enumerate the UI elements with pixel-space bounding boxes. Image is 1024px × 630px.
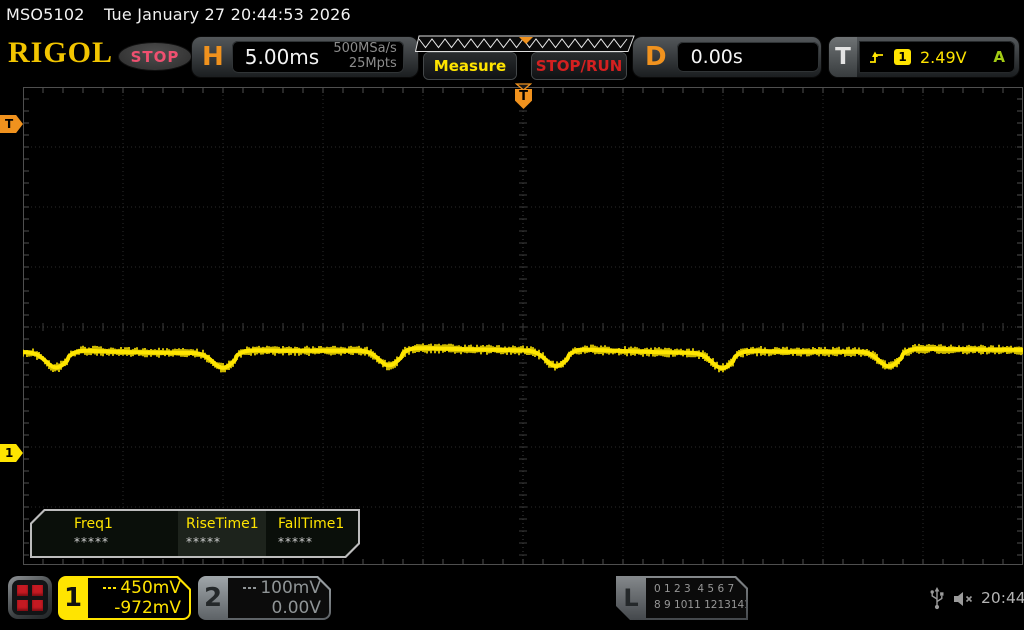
measure-item-risetime1[interactable]: RiseTime1 ***** — [178, 511, 266, 556]
trigger-well: 1 2.49V A — [859, 41, 1015, 73]
model-name: MSO5102 — [6, 5, 85, 24]
waveform-graticule — [23, 87, 1023, 565]
delay-badge[interactable]: D 0.00s — [633, 37, 821, 77]
trigger-label: T — [829, 37, 857, 77]
delay-value: 0.00s — [691, 46, 743, 68]
measure-value: ***** — [186, 535, 266, 549]
trigger-level-marker[interactable]: T — [0, 115, 23, 133]
measure-item-freq1[interactable]: Freq1 ***** — [32, 511, 178, 556]
timebase-value: 5.00ms — [245, 45, 319, 69]
channel2-number: 2 — [198, 576, 228, 620]
logic-row-1: 0 1 2 3 4 5 6 7 — [654, 581, 746, 597]
timebase-well: 5.00ms 500MSa/s 25Mpts — [232, 41, 404, 73]
channel1-info: 450mV -972mV — [88, 578, 189, 618]
channel2-badge[interactable]: 2 100mV 0.00V — [198, 576, 331, 620]
datetime: Tue January 27 20:44:53 2026 — [104, 5, 351, 24]
window-nav-button[interactable] — [8, 576, 52, 619]
stop-run-button[interactable]: STOP/RUN — [532, 53, 626, 79]
status-bar: MSO5102 Tue January 27 20:44:53 2026 — [6, 5, 351, 24]
channel1-number: 1 — [58, 576, 88, 620]
dc-coupling-icon — [243, 587, 256, 589]
measure-label: FallTime1 — [278, 516, 358, 532]
window-grid-icon — [12, 580, 48, 615]
measure-label: Freq1 — [74, 516, 178, 532]
trigger-mode: A — [993, 48, 1005, 66]
measure-label: RiseTime1 — [186, 516, 266, 532]
trigger-badge[interactable]: T 1 2.49V A — [829, 37, 1019, 77]
measure-item-falltime1[interactable]: FallTime1 ***** — [266, 511, 358, 556]
channel2-offset: 0.00V — [272, 598, 321, 618]
measure-value: ***** — [278, 535, 358, 549]
measure-button[interactable]: Measure — [424, 53, 516, 79]
channel1-offset: -972mV — [114, 598, 181, 618]
measurement-panel: Freq1 ***** RiseTime1 ***** FallTime1 **… — [30, 509, 360, 558]
speaker-muted-icon — [952, 590, 977, 608]
delay-label: D — [645, 44, 667, 70]
logic-label: L — [616, 576, 646, 620]
channel1-badge[interactable]: 1 450mV -972mV — [58, 576, 191, 620]
rigol-logo: RIGOL — [8, 36, 113, 70]
measure-value: ***** — [74, 535, 178, 549]
horizontal-label: H — [202, 44, 224, 70]
measurement-panel-body: Freq1 ***** RiseTime1 ***** FallTime1 **… — [32, 511, 358, 556]
sample-rate: 500MSa/s — [333, 41, 396, 56]
trigger-level-value: 2.49V — [920, 48, 967, 67]
channel1-position-marker[interactable]: 1 — [0, 444, 23, 462]
channel2-info: 100mV 0.00V — [228, 578, 329, 618]
acquisition-info: 500MSa/s 25Mpts — [333, 42, 396, 72]
oscilloscope-screen: MSO5102 Tue January 27 20:44:53 2026 RIG… — [0, 0, 1024, 630]
trigger-rising-edge-icon — [869, 49, 885, 65]
dc-coupling-icon — [103, 587, 116, 589]
horizontal-badge[interactable]: H 5.00ms 500MSa/s 25Mpts — [192, 37, 418, 77]
logic-channels: 0 1 2 3 4 5 6 7 8 9 1011 12131415 — [646, 578, 746, 618]
logic-analyzer-badge[interactable]: L 0 1 2 3 4 5 6 7 8 9 1011 12131415 — [616, 576, 748, 620]
memory-position-bar — [415, 35, 637, 53]
trigger-source-chip: 1 — [894, 49, 911, 65]
delay-well: 0.00s — [677, 42, 819, 72]
channel1-scale: 450mV — [120, 578, 181, 598]
run-state-badge: STOP — [119, 43, 191, 70]
memory-depth: 25Mpts — [349, 56, 397, 71]
logic-row-2: 8 9 1011 12131415 — [654, 597, 746, 613]
usb-icon — [929, 586, 945, 611]
channel2-scale: 100mV — [260, 578, 321, 598]
clock: 20:44 — [981, 589, 1024, 607]
